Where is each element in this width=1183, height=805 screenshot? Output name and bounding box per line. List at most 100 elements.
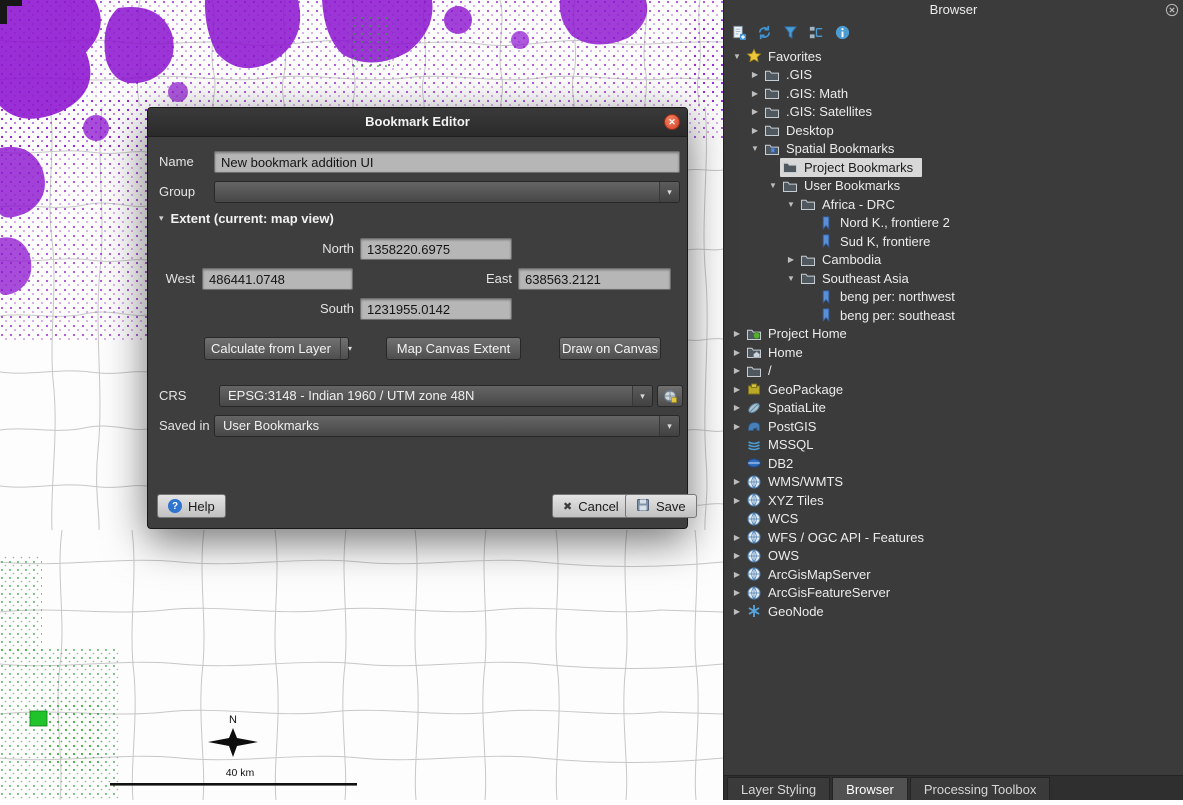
bookmark-icon <box>818 289 834 305</box>
panel-close-button[interactable] <box>1164 2 1179 17</box>
filter-browser-icon[interactable] <box>781 23 800 42</box>
tree-item-cambodia[interactable]: ▶Cambodia <box>724 251 1183 270</box>
tree-item-home[interactable]: ▶Home <box>724 343 1183 362</box>
collapse-all-icon[interactable] <box>807 23 826 42</box>
chevron-right-icon[interactable]: ▶ <box>748 126 762 135</box>
tree-item-spatialite[interactable]: ▶SpatiaLite <box>724 399 1183 418</box>
chevron-down-icon[interactable]: ▼ <box>766 181 780 190</box>
cancel-button[interactable]: ✖ Cancel <box>552 494 630 518</box>
chevron-right-icon[interactable]: ▶ <box>784 255 798 264</box>
chevron-right-icon[interactable]: ▶ <box>730 533 744 542</box>
tree-item-label: OWS <box>768 548 799 563</box>
chevron-down-icon[interactable]: ▼ <box>784 200 798 209</box>
chevron-down-icon[interactable]: ▼ <box>748 144 762 153</box>
tree-item-gis-satellites[interactable]: ▶.GIS: Satellites <box>724 103 1183 122</box>
chevron-right-icon[interactable]: ▶ <box>730 570 744 579</box>
tree-item-content: Project Home <box>744 325 856 344</box>
tree-item-southeast-asia[interactable]: ▼Southeast Asia <box>724 269 1183 288</box>
tree-item-wms-wmts[interactable]: ▶ WMS/WMTS <box>724 473 1183 492</box>
north-input[interactable] <box>360 238 512 260</box>
save-button[interactable]: Save <box>625 494 697 518</box>
dialog-titlebar[interactable]: Bookmark Editor ✕ <box>148 108 687 137</box>
tree-item-nord-k-frontiere-2[interactable]: Nord K., frontiere 2 <box>724 214 1183 233</box>
chevron-right-icon[interactable]: ▶ <box>730 366 744 375</box>
tree-item-spatial-bookmarks[interactable]: ▼ Spatial Bookmarks <box>724 140 1183 159</box>
tree-item-content: .GIS: Math <box>762 84 857 103</box>
chevron-right-icon[interactable]: ▶ <box>730 588 744 597</box>
tree-item-beng-per-northwest[interactable]: beng per: northwest <box>724 288 1183 307</box>
tree-item-label: Spatial Bookmarks <box>786 141 894 156</box>
tree-item-wcs[interactable]: WCS <box>724 510 1183 529</box>
tree-item-label: Favorites <box>768 49 821 64</box>
chevron-right-icon[interactable]: ▶ <box>730 422 744 431</box>
draw-on-canvas-button[interactable]: Draw on Canvas <box>559 337 661 360</box>
tab-layer-styling[interactable]: Layer Styling <box>727 777 830 800</box>
extent-section-header[interactable]: ▾ Extent (current: map view) <box>159 211 334 226</box>
tree-item-desktop[interactable]: ▶Desktop <box>724 121 1183 140</box>
tree-item-arcgismapserver[interactable]: ▶ ArcGisMapServer <box>724 565 1183 584</box>
tree-item-favorites[interactable]: ▼ Favorites <box>724 47 1183 66</box>
tree-item-sud-k-frontiere[interactable]: Sud K, frontiere <box>724 232 1183 251</box>
chevron-down-icon[interactable]: ▼ <box>730 52 744 61</box>
tree-item-db2[interactable]: DB2 <box>724 454 1183 473</box>
chevron-right-icon[interactable]: ▶ <box>730 385 744 394</box>
tree-item-label: WMS/WMTS <box>768 474 843 489</box>
crs-combobox[interactable]: EPSG:3148 - Indian 1960 / UTM zone 48N ▾ <box>219 385 653 407</box>
tree-item-content: WCS <box>744 510 807 529</box>
refresh-icon[interactable] <box>755 23 774 42</box>
tree-item-geopackage[interactable]: ▶GeoPackage <box>724 380 1183 399</box>
tree-item-postgis[interactable]: ▶PostGIS <box>724 417 1183 436</box>
chevron-down-icon[interactable]: ▼ <box>784 274 798 283</box>
chevron-down-icon: ▾ <box>632 386 652 406</box>
tree-item-content: Sud K, frontiere <box>816 232 939 251</box>
south-input[interactable] <box>360 298 512 320</box>
tree-item-content: GeoPackage <box>744 380 852 399</box>
chevron-right-icon[interactable]: ▶ <box>748 70 762 79</box>
wms-icon <box>746 474 762 490</box>
tree-item-xyz-tiles[interactable]: ▶XYZ Tiles <box>724 491 1183 510</box>
tree-item-project-bookmarks[interactable]: Project Bookmarks <box>724 158 1183 177</box>
tree-item-gis-math[interactable]: ▶.GIS: Math <box>724 84 1183 103</box>
extent-title: Extent (current: map view) <box>171 211 334 226</box>
help-button[interactable]: ? Help <box>157 494 226 518</box>
chevron-right-icon[interactable]: ▶ <box>748 89 762 98</box>
name-input[interactable] <box>214 151 680 173</box>
tree-item-beng-per-southeast[interactable]: beng per: southeast <box>724 306 1183 325</box>
select-crs-button[interactable] <box>657 385 683 407</box>
chevron-right-icon[interactable]: ▶ <box>730 348 744 357</box>
chevron-right-icon[interactable]: ▶ <box>748 107 762 116</box>
group-combobox[interactable]: ▾ <box>214 181 680 203</box>
tree-item-item[interactable]: ▶/ <box>724 362 1183 381</box>
chevron-right-icon[interactable]: ▶ <box>730 496 744 505</box>
chevron-right-icon[interactable]: ▶ <box>730 477 744 486</box>
tree-item-mssql[interactable]: MSSQL <box>724 436 1183 455</box>
chevron-right-icon[interactable]: ▶ <box>730 403 744 412</box>
saved-in-combobox[interactable]: User Bookmarks ▾ <box>214 415 680 437</box>
bookmarks-folder-icon <box>764 141 780 157</box>
tree-item-arcgisfeatureserver[interactable]: ▶ArcGisFeatureServer <box>724 584 1183 603</box>
chevron-right-icon[interactable]: ▶ <box>730 329 744 338</box>
tree-item-wfs-ogc-api-features[interactable]: ▶WFS / OGC API - Features <box>724 528 1183 547</box>
tree-item-africa-drc[interactable]: ▼Africa - DRC <box>724 195 1183 214</box>
chevron-right-icon[interactable]: ▶ <box>730 551 744 560</box>
tree-item-geonode[interactable]: ▶GeoNode <box>724 602 1183 621</box>
east-input[interactable] <box>518 268 671 290</box>
tree-item-label: ArcGisMapServer <box>768 567 871 582</box>
west-input[interactable] <box>202 268 353 290</box>
dropdown-arrow-icon[interactable]: ▾ <box>340 338 352 359</box>
tree-item-project-home[interactable]: ▶Project Home <box>724 325 1183 344</box>
folder-icon <box>782 159 798 175</box>
calculate-from-layer-button[interactable]: Calculate from Layer ▾ <box>204 337 349 360</box>
tab-processing-toolbox[interactable]: Processing Toolbox <box>910 777 1051 800</box>
tree-item-user-bookmarks[interactable]: ▼User Bookmarks <box>724 177 1183 196</box>
dialog-close-button[interactable]: ✕ <box>664 114 680 130</box>
tree-item-content: Home <box>744 343 812 362</box>
tab-browser[interactable]: Browser <box>832 777 908 800</box>
tree-item-ows[interactable]: ▶ OWS <box>724 547 1183 566</box>
map-canvas-extent-button[interactable]: Map Canvas Extent <box>386 337 521 360</box>
tree-item-gis[interactable]: ▶.GIS <box>724 66 1183 85</box>
east-label: East <box>466 268 512 290</box>
chevron-right-icon[interactable]: ▶ <box>730 607 744 616</box>
show-properties-icon[interactable] <box>833 23 852 42</box>
add-selected-layers-icon[interactable] <box>729 23 748 42</box>
